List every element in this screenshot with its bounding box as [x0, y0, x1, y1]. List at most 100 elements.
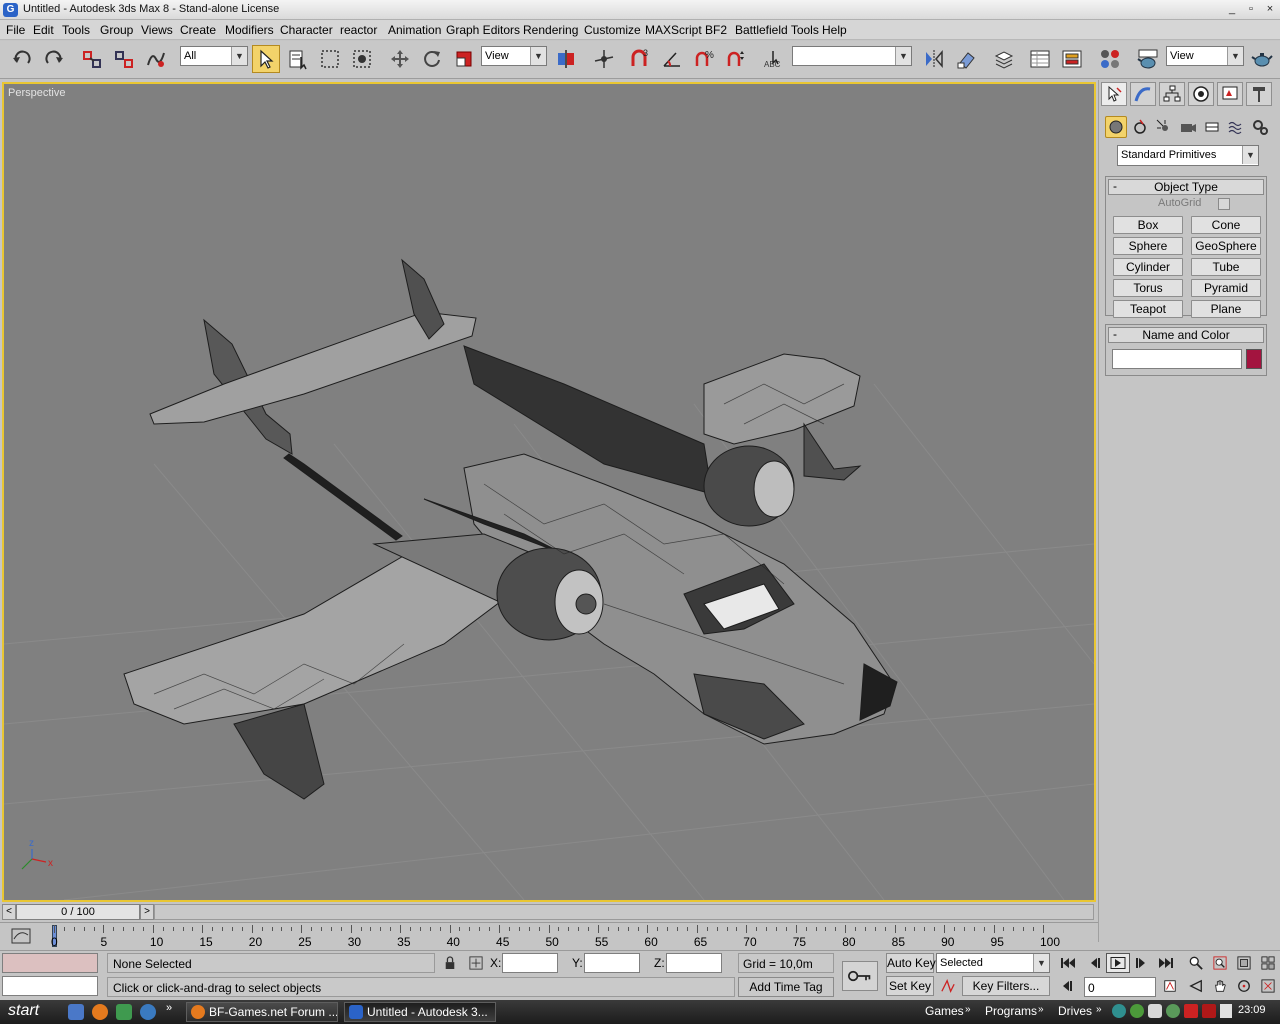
tube-button[interactable]: Tube [1191, 258, 1261, 276]
toolbar-drives[interactable]: Drives [1058, 1004, 1092, 1018]
mirror-button[interactable] [920, 45, 948, 73]
previous-frame-button[interactable] [1082, 953, 1106, 973]
schematic-view-button[interactable] [1058, 45, 1086, 73]
select-by-name-button[interactable] [284, 45, 312, 73]
object-category-dropdown[interactable]: Standard Primitives ▼ [1117, 145, 1259, 166]
window-crossing-button[interactable] [348, 45, 376, 73]
tray-security-icon[interactable] [1148, 1004, 1162, 1018]
curve-editor-button[interactable] [1026, 45, 1054, 73]
create-panel-tab[interactable] [1101, 82, 1127, 106]
select-and-scale-button[interactable] [450, 45, 478, 73]
edit-named-selection-button[interactable]: ABC [760, 45, 788, 73]
pyramid-button[interactable]: Pyramid [1191, 279, 1261, 297]
sphere-button[interactable]: Sphere [1113, 237, 1183, 255]
helpers-category-button[interactable] [1201, 116, 1223, 138]
key-mode-toggle[interactable] [1056, 976, 1080, 996]
cylinder-button[interactable]: Cylinder [1113, 258, 1183, 276]
align-button[interactable] [952, 45, 980, 73]
quicklaunch-expand-icon[interactable]: » [166, 1002, 172, 1014]
absolute-mode-transform-toggle[interactable] [464, 953, 488, 973]
maxscript-listener-mini[interactable] [2, 953, 98, 973]
tray-alert-icon[interactable] [1202, 1004, 1216, 1018]
menu-help[interactable]: Help [822, 23, 847, 37]
utilities-panel-tab[interactable] [1246, 82, 1272, 106]
menu-reactor[interactable]: reactor [340, 23, 377, 37]
select-and-link-button[interactable] [78, 45, 106, 73]
go-to-end-button[interactable] [1154, 953, 1178, 973]
x-coordinate-field[interactable] [502, 953, 558, 973]
menu-character[interactable]: Character [280, 23, 333, 37]
cone-button[interactable]: Cone [1191, 216, 1261, 234]
taskbar-item-3dsmax[interactable]: Untitled - Autodesk 3... [344, 1002, 496, 1022]
teapot-button[interactable]: Teapot [1113, 300, 1183, 318]
geosphere-button[interactable]: GeoSphere [1191, 237, 1261, 255]
key-filters-button[interactable]: Key Filters... [962, 976, 1050, 996]
name-and-color-rollout-header[interactable]: - Name and Color [1108, 327, 1264, 343]
select-and-manipulate-button[interactable] [590, 45, 618, 73]
tray-app-icon[interactable] [1130, 1004, 1144, 1018]
aircraft-wireframe-model[interactable]: x z [4, 84, 1094, 900]
selection-lock-toggle[interactable] [438, 953, 462, 973]
selection-filter-dropdown[interactable]: All ▼ [180, 46, 248, 66]
time-slider-thumb[interactable]: 0 / 100 [16, 904, 140, 920]
select-object-button[interactable] [252, 45, 280, 73]
angle-snap-toggle-button[interactable] [658, 45, 686, 73]
geometry-category-button[interactable] [1105, 116, 1127, 138]
toolbar-games[interactable]: Games [925, 1004, 964, 1018]
snaps-toggle-button[interactable]: 3 [626, 45, 654, 73]
zoom-button[interactable] [1184, 953, 1208, 973]
select-and-move-button[interactable] [386, 45, 414, 73]
auto-key-button[interactable]: Auto Key [886, 953, 936, 973]
z-coordinate-field[interactable] [666, 953, 722, 973]
menu-battlefield-tools[interactable]: Battlefield Tools [735, 23, 819, 37]
named-selection-sets-dropdown[interactable]: ▼ [792, 46, 912, 66]
add-time-tag-button[interactable]: Add Time Tag [738, 977, 834, 997]
set-keys-button[interactable] [842, 961, 878, 991]
default-in-out-tangents-button[interactable] [936, 976, 960, 996]
percent-snap-toggle-button[interactable]: % [690, 45, 718, 73]
menu-file[interactable]: File [6, 23, 25, 37]
modify-panel-tab[interactable] [1130, 82, 1156, 106]
quicklaunch-app-icon[interactable] [116, 1004, 132, 1020]
render-type-dropdown[interactable]: View ▼ [1166, 46, 1244, 66]
menu-maxscript[interactable]: MAXScript [645, 23, 702, 37]
menu-graph-editors[interactable]: Graph Editors [446, 23, 520, 37]
track-bar[interactable]: 0 5 10 15 20 25 30 35 40 45 50 55 60 65 70 75 80 85 90 95 10… [0, 922, 1098, 950]
object-name-field[interactable] [1112, 349, 1242, 369]
object-color-swatch[interactable] [1246, 349, 1262, 369]
undo-button[interactable] [8, 45, 36, 73]
redo-button[interactable] [40, 45, 68, 73]
lights-category-button[interactable] [1153, 116, 1175, 138]
time-configuration-button[interactable] [1158, 976, 1182, 996]
internet-explorer-icon[interactable] [140, 1004, 156, 1020]
minimize-button[interactable]: _ [1224, 3, 1240, 17]
reference-coordinate-dropdown[interactable]: View ▼ [481, 46, 547, 66]
menu-animation[interactable]: Animation [388, 23, 441, 37]
menu-modifiers[interactable]: Modifiers [225, 23, 274, 37]
menu-views[interactable]: Views [141, 23, 173, 37]
time-slider-next-button[interactable]: > [140, 904, 154, 920]
go-to-start-button[interactable] [1056, 953, 1080, 973]
object-type-rollout-header[interactable]: - Object Type [1108, 179, 1264, 195]
tray-network-icon[interactable] [1112, 1004, 1126, 1018]
tray-update-icon[interactable] [1166, 1004, 1180, 1018]
time-slider-prev-button[interactable]: < [2, 904, 16, 920]
select-and-rotate-button[interactable] [418, 45, 446, 73]
3dsmax-app-icon[interactable]: G [3, 3, 18, 17]
close-button[interactable]: × [1262, 3, 1278, 17]
menu-rendering[interactable]: Rendering [523, 23, 578, 37]
pivot-center-button[interactable] [552, 45, 580, 73]
next-frame-button[interactable] [1130, 953, 1154, 973]
bind-to-space-warp-button[interactable] [142, 45, 170, 73]
arc-rotate-button[interactable] [1232, 976, 1256, 996]
shapes-category-button[interactable] [1129, 116, 1151, 138]
unlink-selection-button[interactable] [110, 45, 138, 73]
space-warps-category-button[interactable] [1225, 116, 1247, 138]
render-scene-dialog-button[interactable] [1134, 45, 1162, 73]
time-slider-track[interactable] [154, 904, 1094, 920]
maximize-viewport-toggle[interactable] [1256, 976, 1280, 996]
plane-button[interactable]: Plane [1191, 300, 1261, 318]
zoom-all-button[interactable] [1208, 953, 1232, 973]
restore-button[interactable]: ▫ [1243, 3, 1259, 17]
zoom-extents-all-button[interactable] [1256, 953, 1280, 973]
